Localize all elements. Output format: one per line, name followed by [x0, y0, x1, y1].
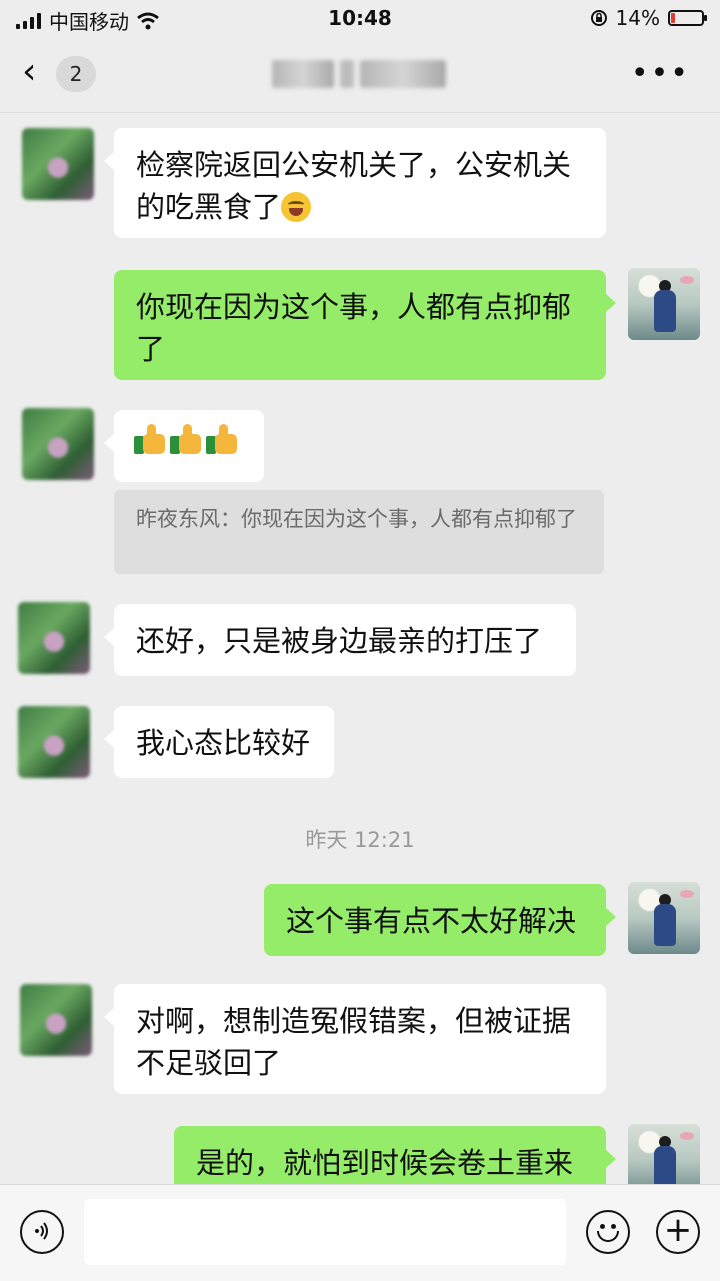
my-avatar[interactable] [628, 268, 700, 340]
message-text: 还好，只是被身边最亲的打压了 [136, 624, 543, 658]
chat-timestamp: 昨天 12:21 [305, 828, 415, 852]
quoted-message[interactable]: 昨夜东风：你现在因为这个事，人都有点抑郁了 [114, 490, 604, 574]
message-text: 这个事有点不太好解决 [286, 904, 577, 938]
unread-badge[interactable]: 2 [56, 56, 96, 92]
more-dots-icon[interactable]: ••• [631, 59, 690, 89]
contact-avatar[interactable] [22, 408, 94, 480]
message-bubble[interactable]: 我心态比较好 [104, 706, 334, 778]
input-bar: + [0, 1184, 720, 1281]
battery-icon [668, 10, 707, 26]
message-bubble[interactable]: 你现在因为这个事，人都有点抑郁了 [114, 270, 616, 380]
chat-title-blurred [272, 60, 452, 90]
emoji-icon[interactable] [586, 1210, 630, 1254]
message-text: 你现在因为这个事，人都有点抑郁了 [136, 290, 572, 366]
message-text: 对啊，想制造冤假错案，但被证据不足驳回了 [136, 1004, 572, 1080]
thumbs-up-emoji-group [134, 424, 244, 456]
contact-avatar[interactable] [20, 984, 92, 1056]
rotation-lock-icon [590, 10, 607, 26]
message-text: 是的，就怕到时候会卷土重来 [196, 1146, 574, 1180]
quote-text: 昨夜东风：你现在因为这个事，人都有点抑郁了 [136, 507, 577, 531]
message-bubble[interactable]: 这个事有点不太好解决 [264, 884, 616, 956]
chat-header: ‹ 2 ••• [0, 36, 720, 113]
message-input[interactable] [84, 1199, 566, 1265]
status-bar: 中国移动 10:48 14% [0, 0, 720, 36]
thumbs-up-icon [134, 424, 166, 456]
message-bubble[interactable]: 对啊，想制造冤假错案，但被证据不足驳回了 [104, 984, 606, 1094]
contact-avatar[interactable] [18, 706, 90, 778]
chevron-left-icon[interactable]: ‹ [22, 54, 36, 90]
laughing-crying-emoji-icon [281, 192, 312, 222]
my-avatar[interactable] [628, 882, 700, 954]
voice-icon[interactable] [20, 1210, 64, 1254]
message-bubble[interactable]: 检察院返回公安机关了，公安机关的吃黑食了 [104, 128, 606, 238]
contact-avatar[interactable] [18, 602, 90, 674]
contact-avatar[interactable] [22, 128, 94, 200]
thumbs-up-icon [206, 424, 238, 456]
thumbs-up-icon [170, 424, 202, 456]
battery-percent: 14% [615, 6, 660, 30]
message-bubble[interactable]: 还好，只是被身边最亲的打压了 [104, 604, 576, 676]
plus-icon[interactable]: + [656, 1210, 700, 1254]
message-bubble[interactable] [104, 410, 264, 482]
message-text: 检察院返回公安机关了，公安机关的吃黑食了 [136, 148, 572, 224]
message-text: 我心态比较好 [136, 726, 311, 760]
